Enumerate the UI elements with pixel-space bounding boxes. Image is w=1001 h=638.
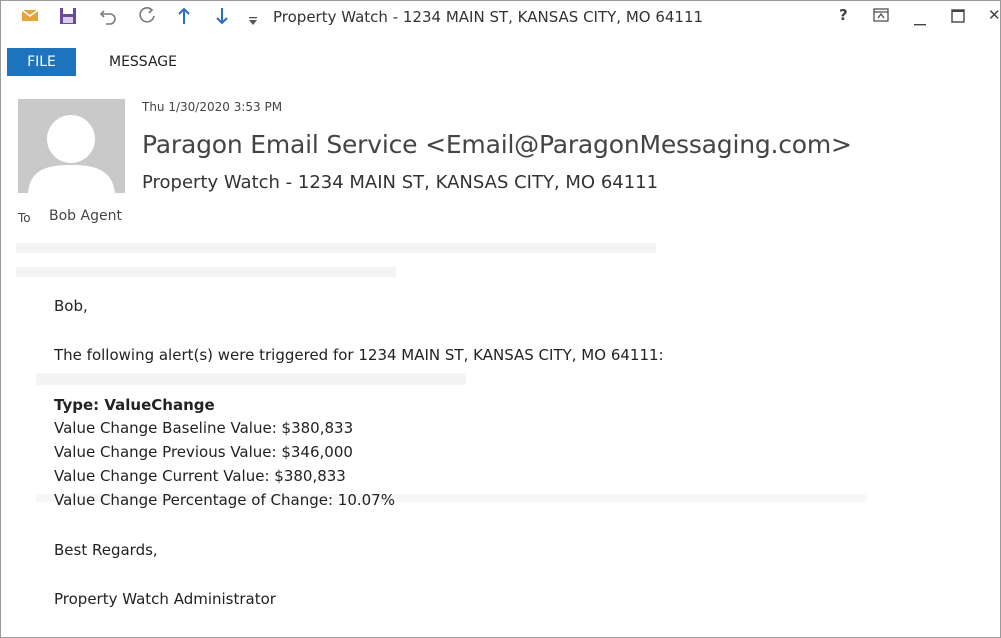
recipient[interactable]: Bob Agent [49, 208, 122, 224]
baseline-value: Value Change Baseline Value: $380,833 [54, 419, 354, 437]
avatar [18, 99, 125, 193]
next-item-arrow-icon[interactable] [215, 7, 229, 25]
sender[interactable]: Paragon Email Service <Email@ParagonMess… [142, 130, 852, 159]
alert-type: Type: ValueChange [54, 396, 215, 414]
mail-icon[interactable] [21, 7, 39, 25]
window-title: Property Watch - 1234 MAIN ST, KANSAS CI… [273, 8, 704, 26]
faint-background-line [16, 243, 656, 253]
title-bar: Property Watch - 1234 MAIN ST, KANSAS CI… [1, 1, 1001, 31]
tab-file[interactable]: FILE [7, 48, 76, 76]
tab-message[interactable]: MESSAGE [109, 48, 177, 76]
maximize-icon[interactable] [951, 9, 965, 27]
previous-value: Value Change Previous Value: $346,000 [54, 443, 353, 461]
faint-background-line [36, 373, 466, 385]
to-label: To [18, 211, 31, 225]
customize-toolbar-icon[interactable] [248, 11, 258, 29]
previous-item-arrow-icon[interactable] [177, 7, 191, 25]
ribbon-tabs: FILE MESSAGE [1, 48, 1000, 76]
minimize-icon[interactable] [913, 13, 927, 31]
percentage-change: Value Change Percentage of Change: 10.07… [54, 491, 395, 509]
redo-icon[interactable] [138, 7, 156, 25]
undo-icon[interactable] [99, 7, 117, 25]
faint-background-line [16, 267, 396, 277]
message-window: Property Watch - 1234 MAIN ST, KANSAS CI… [0, 0, 1001, 638]
ribbon-display-options-icon[interactable] [873, 8, 889, 26]
subject: Property Watch - 1234 MAIN ST, KANSAS CI… [142, 172, 659, 193]
help-button[interactable]: ? [839, 6, 848, 24]
close-button[interactable]: ✕ [988, 6, 1001, 24]
sent-date: Thu 1/30/2020 3:53 PM [142, 100, 283, 114]
greeting: Bob, [54, 297, 88, 315]
closing-regards: Best Regards, [54, 541, 158, 559]
alert-intro: The following alert(s) were triggered fo… [54, 346, 664, 364]
save-icon[interactable] [59, 7, 77, 25]
signature: Property Watch Administrator [54, 590, 276, 608]
current-value: Value Change Current Value: $380,833 [54, 467, 346, 485]
